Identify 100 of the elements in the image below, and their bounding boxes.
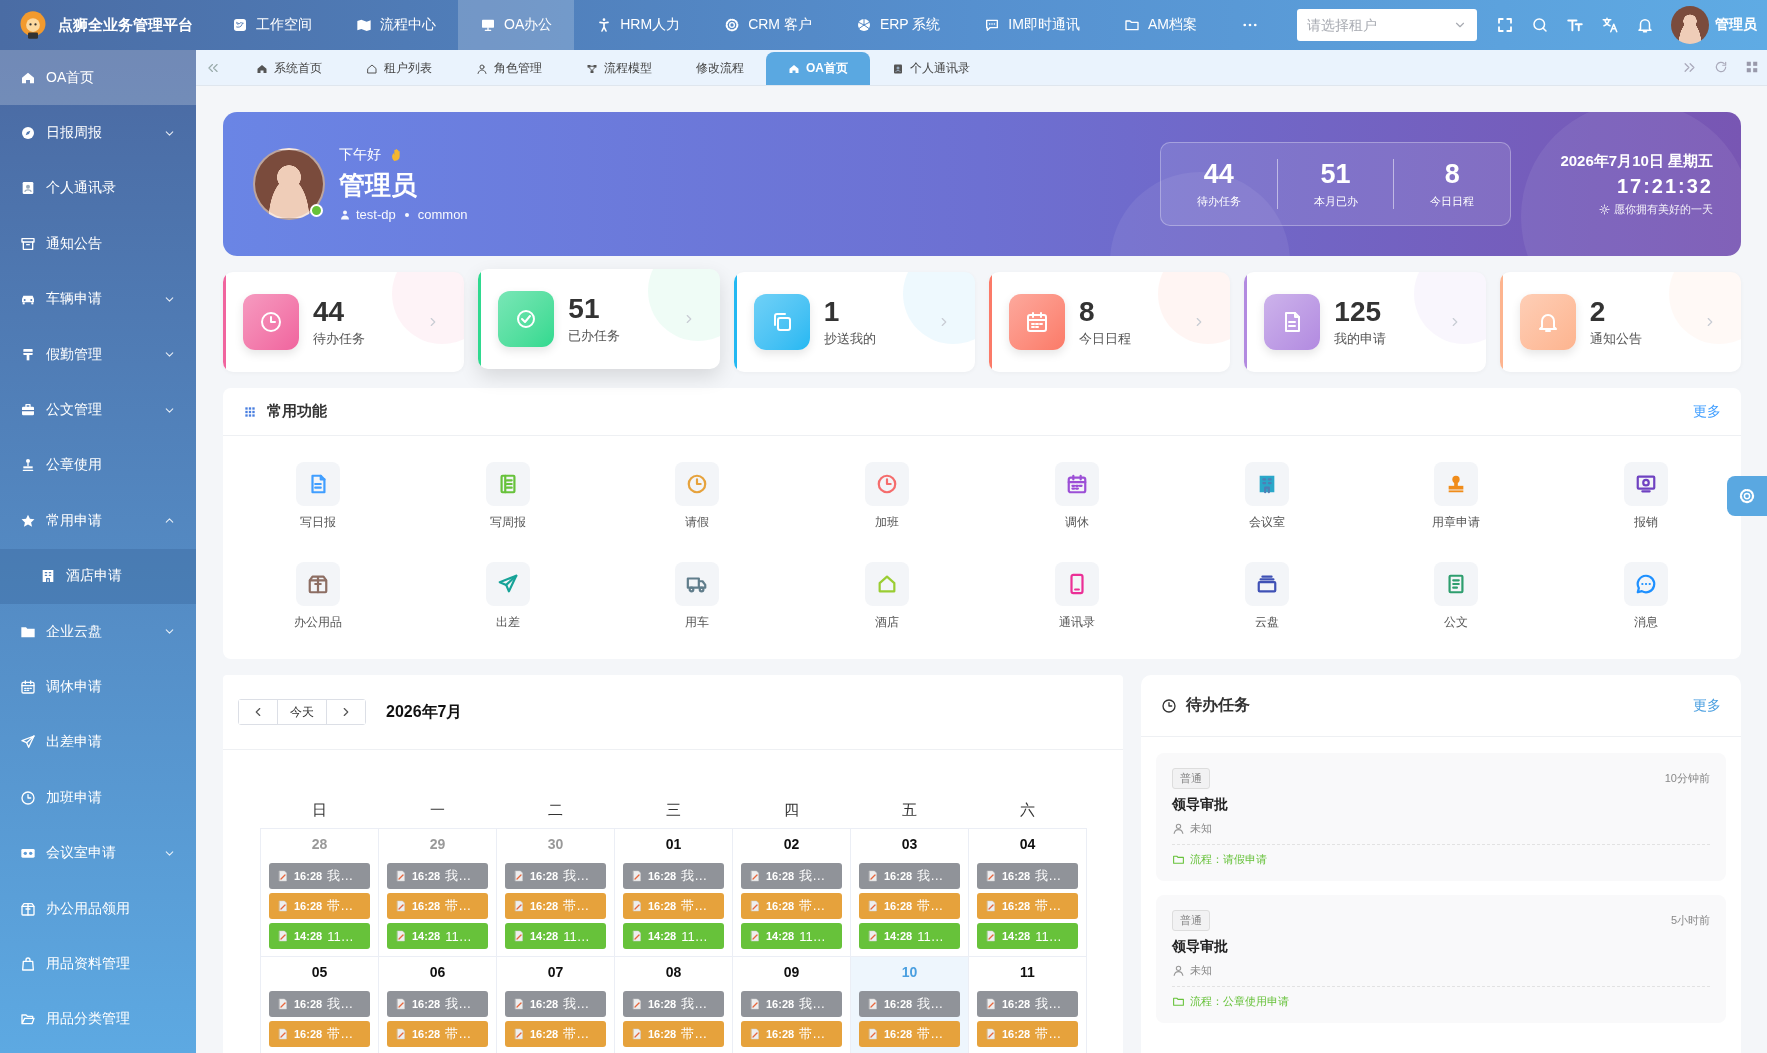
page-tab[interactable]: 租户列表 xyxy=(344,52,454,85)
function-label[interactable]: 写周报 xyxy=(489,514,526,531)
nav-tab[interactable]: AM档案 xyxy=(1101,0,1219,50)
day-cell[interactable]: 11 16:28 我… 16:28 带… xyxy=(969,957,1087,1053)
calendar-event[interactable]: 16:28 我… xyxy=(269,863,370,889)
function-label[interactable]: 写日报 xyxy=(299,514,336,531)
day-cell[interactable]: 28 16:28 我… 16:28 带… 14:28 11… xyxy=(261,829,379,957)
sidebar-item[interactable]: 办公用品领用 xyxy=(0,880,196,937)
day-cell[interactable]: 01 16:28 我… 16:28 带… 14:28 11… xyxy=(615,829,733,957)
calendar-event[interactable]: 16:28 我… xyxy=(623,991,724,1017)
function-label[interactable]: 调休 xyxy=(1064,514,1089,531)
sidebar-item[interactable]: 车辆申请 xyxy=(0,271,196,327)
more-link[interactable]: 更多 xyxy=(1693,402,1721,421)
nav-tab[interactable]: CRM 客户 xyxy=(702,0,834,50)
sidebar-item[interactable]: 调休申请 xyxy=(0,659,196,715)
function-tile[interactable] xyxy=(485,462,530,506)
sidebar-item[interactable]: 会议室申请 xyxy=(0,825,196,881)
function-tile[interactable] xyxy=(295,462,340,506)
translate-icon[interactable] xyxy=(1601,16,1619,34)
day-cell[interactable]: 04 16:28 我… 16:28 带… 14:28 11… xyxy=(969,829,1087,957)
function-tile[interactable] xyxy=(485,562,530,606)
avatar[interactable] xyxy=(1671,6,1709,44)
function-label[interactable]: 云盘 xyxy=(1254,614,1279,631)
calendar-event[interactable]: 16:28 带… xyxy=(387,1021,488,1047)
page-tab[interactable]: OA首页 xyxy=(766,52,870,85)
sidebar-subitem[interactable]: 酒店申请 xyxy=(0,548,196,604)
user-name[interactable]: 管理员 xyxy=(1715,16,1757,34)
nav-tab[interactable]: 工作空间 xyxy=(210,0,334,50)
search-icon[interactable] xyxy=(1531,16,1549,34)
function-tile[interactable] xyxy=(1624,462,1669,506)
function-tile[interactable] xyxy=(865,462,910,506)
day-cell[interactable]: 02 16:28 我… 16:28 带… 14:28 11… xyxy=(733,829,851,957)
calendar-event[interactable]: 16:28 我… xyxy=(741,863,842,889)
day-cell[interactable]: 09 16:28 我… 16:28 带… xyxy=(733,957,851,1053)
sidebar-item[interactable]: 公文管理 xyxy=(0,382,196,438)
calendar-event[interactable]: 16:28 我… xyxy=(387,991,488,1017)
calendar-event[interactable]: 16:28 我… xyxy=(741,991,842,1017)
bell-icon[interactable] xyxy=(1636,16,1654,34)
page-tab[interactable]: 修改流程 xyxy=(674,52,766,85)
calendar-event[interactable]: 16:28 带… xyxy=(741,1021,842,1047)
day-cell[interactable]: 30 16:28 我… 16:28 带… 14:28 11… xyxy=(497,829,615,957)
function-label[interactable]: 加班 xyxy=(875,514,900,531)
function-label[interactable]: 出差 xyxy=(495,614,520,631)
fullscreen-icon[interactable] xyxy=(1496,16,1514,34)
function-tile[interactable] xyxy=(1054,462,1099,506)
day-cell[interactable]: 10 16:28 我… 16:28 带… xyxy=(851,957,969,1053)
stat-card[interactable]: 8 今日日程 xyxy=(989,272,1231,372)
calendar-event[interactable]: 14:28 11… xyxy=(387,923,488,949)
day-cell[interactable]: 06 16:28 我… 16:28 带… xyxy=(379,957,497,1053)
refresh-icon[interactable] xyxy=(1714,60,1728,74)
nav-tab[interactable]: OA办公 xyxy=(458,0,575,50)
nav-tab[interactable]: ERP 系统 xyxy=(833,0,963,50)
calendar-event[interactable]: 16:28 带… xyxy=(623,1021,724,1047)
calendar-event[interactable]: 16:28 我… xyxy=(859,863,960,889)
nav-tab[interactable]: HRM人力 xyxy=(574,0,703,50)
calendar-event[interactable]: 16:28 带… xyxy=(741,893,842,919)
sidebar-item[interactable]: 加班申请 xyxy=(0,770,196,826)
function-label[interactable]: 请假 xyxy=(685,514,710,531)
page-tab[interactable]: 角色管理 xyxy=(454,52,564,85)
function-tile[interactable] xyxy=(675,562,720,606)
stat-card[interactable]: 44 待办任务 xyxy=(223,272,465,372)
function-label[interactable]: 用章申请 xyxy=(1432,514,1481,531)
task-card[interactable]: 普通 5小时前 领导审批 未知 流程：公章使用申请 xyxy=(1156,895,1726,1023)
stat-card[interactable]: 125 我的申请 xyxy=(1244,272,1486,372)
function-tile[interactable] xyxy=(1244,562,1289,606)
calendar-event[interactable]: 14:28 11… xyxy=(859,923,960,949)
sidebar-item[interactable]: 公章使用 xyxy=(0,437,196,494)
calendar-event[interactable]: 16:28 我… xyxy=(387,863,488,889)
function-label[interactable]: 办公用品 xyxy=(293,614,342,631)
calendar-event[interactable]: 16:28 带… xyxy=(269,1021,370,1047)
calendar-event[interactable]: 16:28 带… xyxy=(387,893,488,919)
sidebar-item[interactable]: 通知公告 xyxy=(0,216,196,272)
function-label[interactable]: 消息 xyxy=(1634,614,1659,631)
nav-tab[interactable]: IM即时通讯 xyxy=(962,0,1102,50)
calendar-event[interactable]: 16:28 带… xyxy=(977,1021,1078,1047)
function-tile[interactable] xyxy=(865,562,910,606)
stat-card[interactable]: 2 通知公告 xyxy=(1499,272,1741,372)
function-tile[interactable] xyxy=(295,562,340,606)
function-tile[interactable] xyxy=(1054,562,1099,606)
calendar-event[interactable]: 16:28 带… xyxy=(859,893,960,919)
function-label[interactable]: 用车 xyxy=(685,614,710,631)
function-tile[interactable] xyxy=(1434,562,1479,606)
sidebar-item[interactable]: 用品分类管理 xyxy=(0,991,196,1048)
day-cell[interactable]: 05 16:28 我… 16:28 带… xyxy=(261,957,379,1053)
more-link[interactable]: 更多 xyxy=(1693,696,1721,715)
function-tile[interactable] xyxy=(1244,462,1289,506)
calendar-event[interactable]: 16:28 带… xyxy=(505,893,606,919)
function-label[interactable]: 通讯录 xyxy=(1058,614,1095,631)
calendar-event[interactable]: 14:28 11… xyxy=(269,923,370,949)
day-cell[interactable]: 29 16:28 我… 16:28 带… 14:28 11… xyxy=(379,829,497,957)
calendar-event[interactable]: 16:28 带… xyxy=(505,1021,606,1047)
calendar-event[interactable]: 16:28 带… xyxy=(859,1021,960,1047)
sidebar-item[interactable]: 日报周报 xyxy=(0,105,196,161)
sidebar-item[interactable]: 常用申请 xyxy=(0,493,196,549)
sidebar-item[interactable]: OA首页 xyxy=(0,50,196,106)
calendar-event[interactable]: 16:28 带… xyxy=(623,893,724,919)
calendar-event[interactable]: 16:28 我… xyxy=(505,863,606,889)
calendar-event[interactable]: 16:28 我… xyxy=(977,991,1078,1017)
day-cell[interactable]: 08 16:28 我… 16:28 带… xyxy=(615,957,733,1053)
function-label[interactable]: 报销 xyxy=(1634,514,1659,531)
